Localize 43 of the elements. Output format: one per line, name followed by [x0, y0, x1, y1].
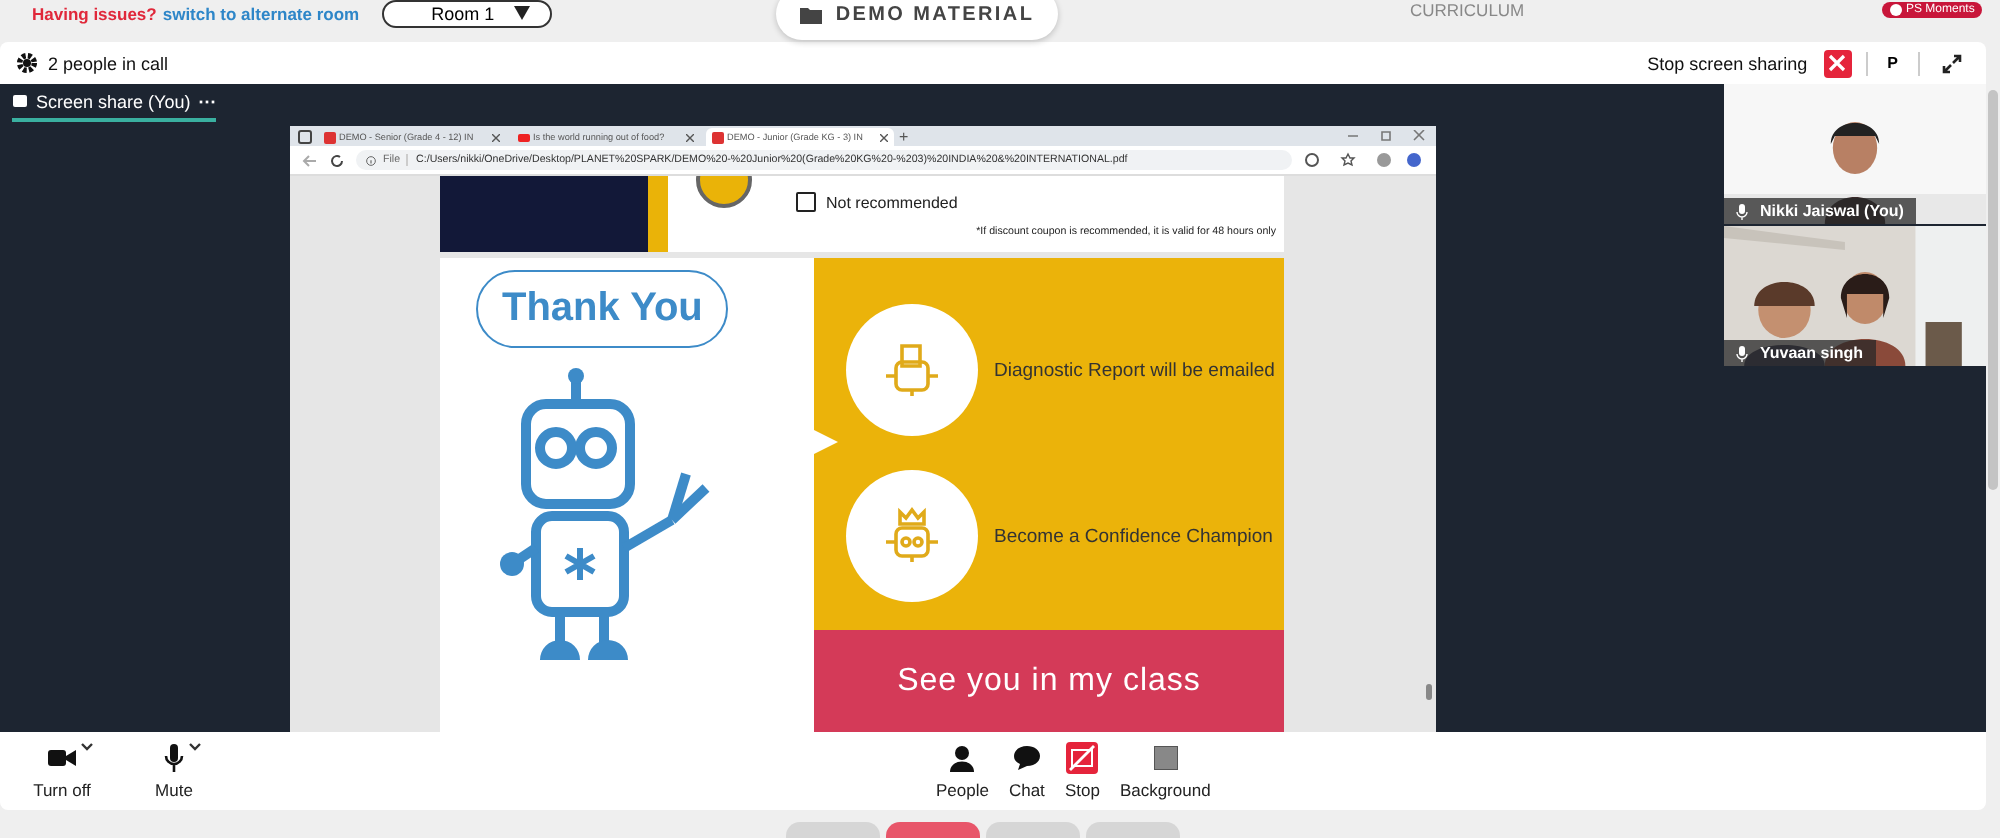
- slide-point-text: Become a Confidence Champion: [994, 525, 1273, 547]
- stop-sharing-label: Stop screen sharing: [1647, 53, 1808, 73]
- people-count: 2 people in call: [48, 53, 169, 73]
- window-controls-icon[interactable]: [1347, 130, 1427, 142]
- reload-icon[interactable]: [329, 153, 343, 167]
- microphone-icon: [164, 744, 184, 772]
- chevron-icon: [188, 742, 202, 752]
- microphone-icon: [1736, 203, 1748, 219]
- pdf-icon: [711, 131, 723, 143]
- new-tab-button[interactable]: +: [899, 127, 909, 145]
- microphone-icon: [1736, 345, 1748, 361]
- close-icon[interactable]: [879, 133, 887, 141]
- chat-control[interactable]: Chat: [1008, 742, 1045, 800]
- people-control[interactable]: People: [936, 742, 989, 800]
- room-select[interactable]: Room 1: [381, 0, 553, 27]
- browser-toolbar-icon[interactable]: [1303, 152, 1423, 168]
- screen-share-tab[interactable]: Screen share (You) ···: [12, 92, 217, 122]
- stop-control[interactable]: Stop: [1064, 742, 1100, 800]
- issue-text: Having issues?: [32, 3, 157, 23]
- tab-actions-icon[interactable]: [297, 129, 311, 143]
- close-icon[interactable]: [491, 133, 499, 141]
- background-control[interactable]: Background: [1119, 742, 1211, 800]
- closing-text: See you in my class: [897, 663, 1201, 699]
- settings-icon[interactable]: [16, 52, 38, 74]
- stop-share-icon: [1066, 742, 1099, 774]
- info-icon[interactable]: [365, 155, 375, 165]
- caret-icon: [514, 6, 531, 20]
- background-icon: [1153, 746, 1178, 770]
- screen-icon: [12, 94, 28, 110]
- pdf-icon: [323, 131, 335, 143]
- slide-point-text: Diagnostic Report will be emailed: [994, 359, 1275, 381]
- person-icon: [950, 745, 975, 771]
- speech-bubble: Thank You: [476, 270, 729, 348]
- participant-name: Nikki Jaiswal (You): [1760, 202, 1904, 220]
- chevron-icon: [80, 742, 94, 752]
- close-icon[interactable]: [685, 133, 693, 141]
- video-icon: [517, 133, 529, 141]
- participant-name: Yuvaan singh: [1760, 344, 1864, 362]
- chat-icon: [1013, 746, 1040, 770]
- close-button[interactable]: [1823, 49, 1852, 77]
- accent-stripe: [648, 176, 668, 252]
- folder-icon: [799, 5, 822, 23]
- demo-material-button[interactable]: DEMO MATERIAL: [776, 0, 1058, 40]
